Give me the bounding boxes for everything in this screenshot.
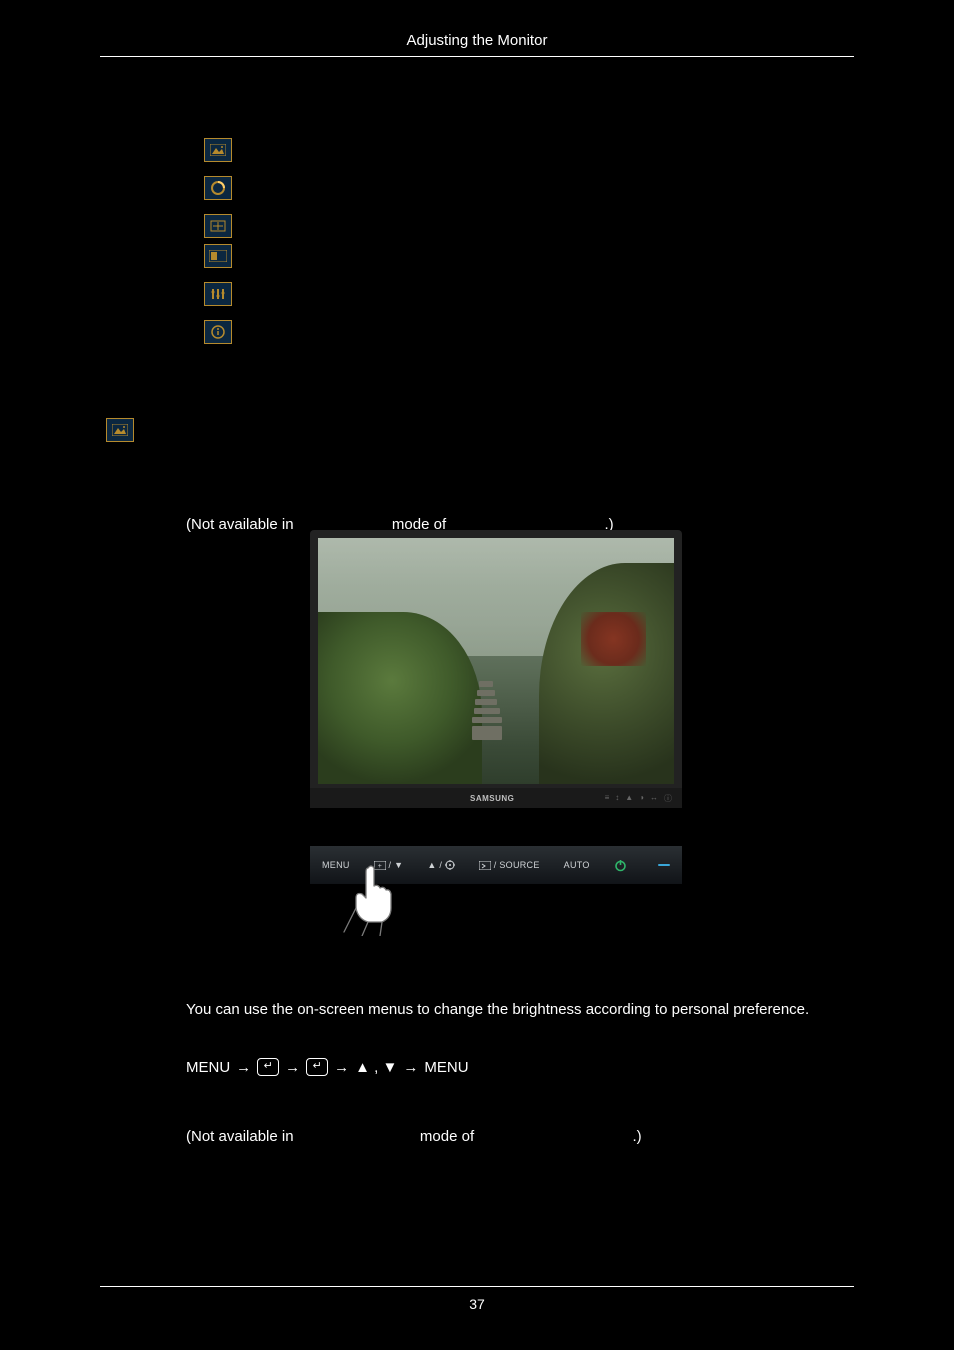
text: / SOURCE — [494, 860, 540, 870]
text: ▲ / — [427, 860, 445, 870]
page-number: 37 — [0, 1296, 954, 1312]
text: mode of — [420, 1128, 478, 1145]
sample-photo — [318, 538, 674, 784]
button-strip-figure: MENU + / ▼ ▲ / / SOURCE AUTO — [310, 846, 682, 902]
bezel-icon: ▲ — [625, 793, 633, 804]
bezel-icon: ⓘ — [664, 793, 672, 804]
sample-monitor-image: SAMSUNG ≡ ↕ ▲ ◑ ↔ ⓘ — [310, 530, 682, 808]
aspect-icon — [204, 244, 232, 268]
description-paragraph: You can use the on-screen menus to chang… — [186, 1000, 856, 1020]
auto-button-label: AUTO — [564, 860, 590, 870]
text: (Not available in — [186, 1128, 298, 1145]
monitor-bezel: SAMSUNG ≡ ↕ ▲ ◑ ↔ ⓘ — [310, 788, 682, 808]
seq-menu-end: MENU — [424, 1059, 468, 1076]
enter-key-icon: ↵ — [257, 1058, 279, 1076]
arrow-icon: → — [236, 1059, 251, 1076]
color-ring-icon — [204, 176, 232, 200]
footer-rule — [100, 1286, 854, 1287]
header-rule — [100, 56, 854, 57]
osd-icon-stack — [204, 138, 232, 358]
info-icon — [204, 320, 232, 344]
enter-key-icon: ↵ — [306, 1058, 328, 1076]
availability-line-2: (Not available in mode of .) — [186, 1128, 642, 1145]
led-indicator-icon — [658, 864, 670, 866]
screen-size-icon — [204, 214, 232, 238]
seq-menu: MENU — [186, 1059, 230, 1076]
up-button-label: ▲ / — [427, 860, 455, 870]
section-picture-icon — [106, 418, 134, 442]
bezel-icon: ◑ — [639, 793, 644, 804]
power-icon — [614, 859, 627, 872]
text: .) — [632, 1128, 641, 1145]
arrow-icon: → — [285, 1059, 300, 1076]
seq-updown: ▲ , ▼ — [355, 1059, 397, 1076]
text: (Not available in — [186, 516, 298, 533]
bezel-indicator-icons: ≡ ↕ ▲ ◑ ↔ ⓘ — [605, 793, 672, 804]
arrow-icon: → — [403, 1059, 418, 1076]
arrow-icon: → — [334, 1059, 349, 1076]
pressing-hand-icon — [338, 864, 408, 936]
picture-mode-icon — [204, 138, 232, 162]
bezel-icon: ↕ — [615, 793, 619, 804]
bezel-icon: ↔ — [650, 793, 658, 804]
source-button-label: / SOURCE — [479, 860, 540, 870]
menu-sequence: MENU → ↵ → ↵ → ▲ , ▼ → MENU — [186, 1058, 469, 1076]
page-title: Adjusting the Monitor — [0, 32, 954, 49]
bezel-icon: ≡ — [605, 793, 610, 804]
equalizer-icon — [204, 282, 232, 306]
brand-label: SAMSUNG — [470, 794, 514, 803]
